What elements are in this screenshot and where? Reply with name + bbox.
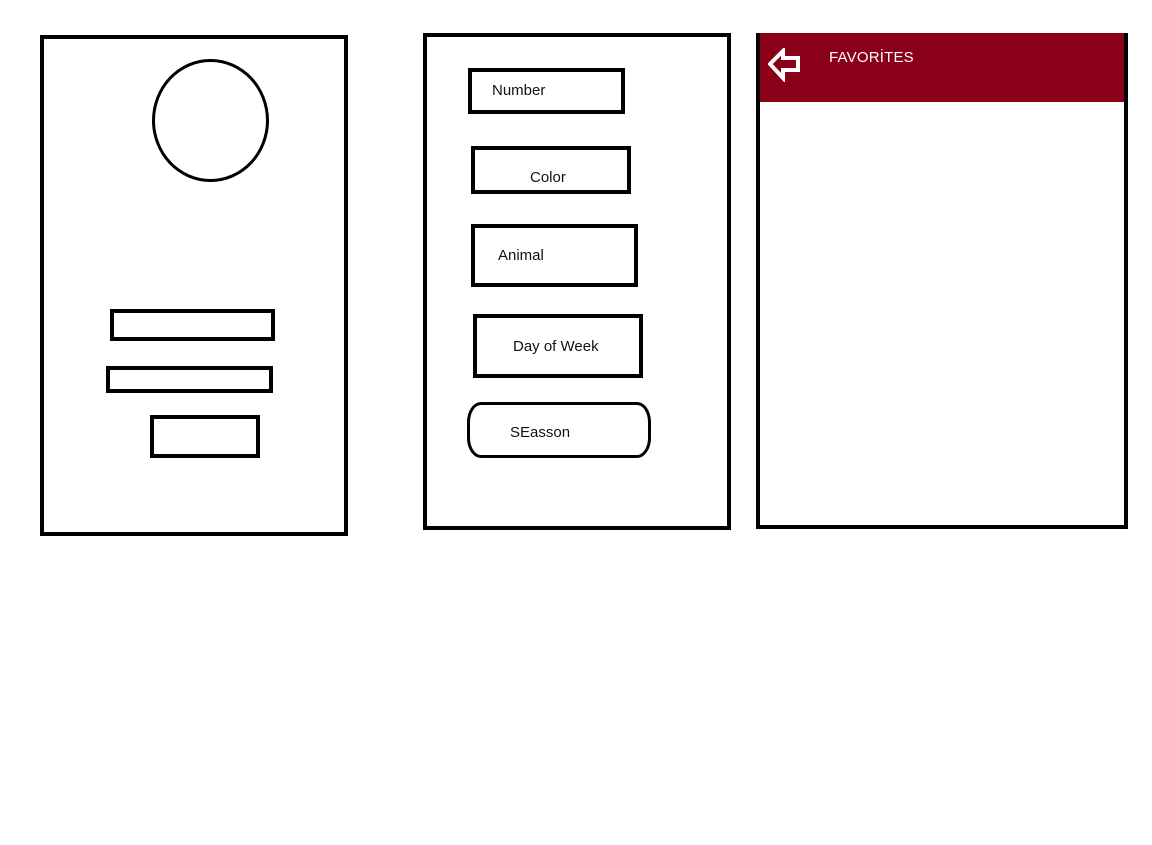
category-button-color[interactable]: Color xyxy=(471,146,631,194)
avatar xyxy=(152,59,269,182)
category-label: Day of Week xyxy=(513,338,599,355)
password-field[interactable] xyxy=(106,366,273,393)
login-screen xyxy=(40,35,348,536)
favorites-content xyxy=(760,102,1124,525)
category-button-animal[interactable]: Animal xyxy=(471,224,638,287)
category-label: Number xyxy=(492,82,546,99)
category-button-season[interactable]: SEasson xyxy=(467,402,651,458)
username-field[interactable] xyxy=(110,309,275,341)
category-label: Color xyxy=(530,169,566,186)
category-button-number[interactable]: Number xyxy=(468,68,625,114)
back-arrow-icon[interactable] xyxy=(767,46,802,84)
favorites-screen: FAVORİTES xyxy=(756,33,1128,529)
categories-screen: Number Color Animal Day of Week SEasson xyxy=(423,33,731,530)
category-label: Animal xyxy=(498,247,544,264)
login-button[interactable] xyxy=(150,415,260,458)
category-label: SEasson xyxy=(510,424,571,441)
favorites-header: FAVORİTES xyxy=(760,33,1124,102)
category-button-day-of-week[interactable]: Day of Week xyxy=(473,314,643,378)
favorites-title: FAVORİTES xyxy=(829,49,914,66)
